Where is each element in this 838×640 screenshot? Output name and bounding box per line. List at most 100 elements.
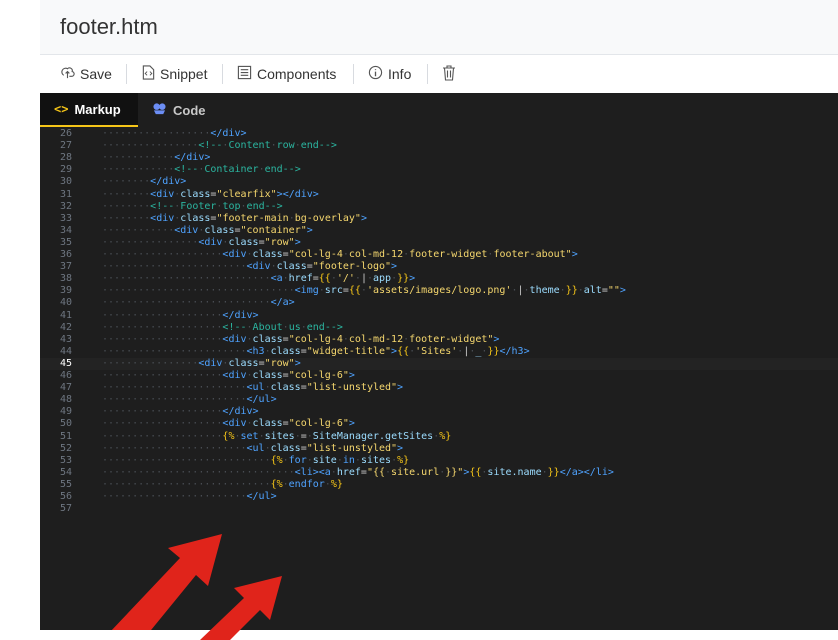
toolbar-divider — [126, 64, 127, 84]
file-title: footer.htm — [60, 14, 158, 39]
code-line[interactable]: 36 ····················<div·class="col-lg… — [40, 249, 838, 261]
markup-icon: <> — [54, 102, 69, 116]
snippet-button[interactable]: Snippet — [142, 55, 207, 93]
components-label: Components — [257, 66, 337, 82]
tab-markup-label: Markup — [74, 101, 121, 117]
line-code: ········<div·class="clearfix"></div> — [102, 188, 319, 200]
line-number: 55 — [60, 478, 73, 490]
line-code: ··················</div> — [102, 128, 247, 139]
line-code: ····················<div·class="col-lg-6… — [102, 418, 355, 430]
line-code: ········<div·class="footer-main·bg-overl… — [102, 212, 367, 224]
code-line[interactable]: 56 ························</ul> — [40, 491, 838, 503]
line-code: ································<img·src… — [102, 285, 626, 297]
line-code: ························</ul> — [102, 491, 277, 502]
line-code: ····························{%·endfor·%} — [102, 478, 343, 490]
snippet-label: Snippet — [160, 66, 208, 82]
code-line[interactable]: 34 ············<div·class="container"> — [40, 225, 838, 237]
code-line[interactable]: 33 ········<div·class="footer-main·bg-ove… — [40, 213, 838, 225]
line-code: ········</div> — [102, 176, 187, 188]
code-line[interactable]: 32 ········<!--·Footer·top·end--> — [40, 201, 838, 213]
code-line[interactable]: 57 — [40, 503, 838, 515]
tab-markup[interactable]: <> Markup — [40, 93, 138, 127]
toolbar-divider — [222, 64, 223, 84]
code-line[interactable]: 49 ····················</div> — [40, 406, 838, 418]
editor-tabs: <> Markup Code — [40, 93, 838, 127]
line-code: ····························{%·for·site·… — [102, 454, 410, 466]
line-number: 27 — [60, 140, 73, 152]
code-line[interactable]: 44 ························<h3·class="wid… — [40, 346, 838, 358]
line-number: 46 — [60, 370, 73, 381]
line-number: 50 — [60, 418, 73, 430]
line-number: 56 — [60, 491, 73, 502]
code-line[interactable]: 50 ····················<div·class="col-lg… — [40, 418, 838, 430]
components-button[interactable]: Components — [237, 55, 336, 93]
code-line[interactable]: 35 ················<div·class="row"> — [40, 237, 838, 249]
line-number: 36 — [60, 249, 73, 260]
save-label: Save — [80, 66, 112, 82]
code-line[interactable]: 53 ····························{%·for·sit… — [40, 455, 838, 467]
line-code: ················<!--·Content·row·end--> — [102, 140, 337, 152]
line-code: ············<div·class="container"> — [102, 224, 313, 236]
code-line[interactable]: 37 ························<div·class="fo… — [40, 261, 838, 273]
line-code: ····················{%·set·sites·=·SiteM… — [102, 430, 452, 442]
code-line[interactable]: 45 ················<div·class="row"> — [40, 357, 838, 370]
toolbar: Save Snippet Components Info — [40, 55, 838, 94]
code-line[interactable]: 26 ··················</div> — [40, 128, 838, 140]
line-number: 45 — [60, 357, 73, 369]
code-line[interactable]: 28 ············</div> — [40, 152, 838, 164]
code-line[interactable]: 54 ································<li><a… — [40, 467, 838, 479]
line-code: ····················</div> — [102, 406, 259, 418]
line-number: 57 — [60, 503, 73, 515]
code-line[interactable]: 27 ················<!--·Content·row·end--… — [40, 140, 838, 152]
code-line[interactable]: 55 ····························{%·endfor·… — [40, 479, 838, 491]
line-number: 39 — [60, 285, 73, 297]
code-line[interactable]: 42 ····················<!--·About·us·end-… — [40, 322, 838, 334]
code-line[interactable]: 30 ········</div> — [40, 176, 838, 188]
code-line[interactable]: 31 ········<div·class="clearfix"></div> — [40, 189, 838, 201]
line-code: ····························</a> — [102, 297, 295, 309]
line-code: ························<ul·class="list-… — [102, 442, 404, 454]
line-number: 33 — [60, 212, 73, 224]
line-number: 29 — [60, 164, 73, 176]
toolbar-divider — [353, 64, 354, 84]
code-line[interactable]: 46 ····················<div·class="col-lg… — [40, 370, 838, 382]
line-code: ····················<div·class="col-lg-4… — [102, 249, 578, 260]
code-line[interactable]: 48 ························</ul> — [40, 394, 838, 406]
line-code: ················<div·class="row"> — [102, 357, 301, 369]
line-code: ····················<div·class="col-lg-6… — [102, 370, 355, 381]
info-button[interactable]: Info — [368, 55, 411, 93]
line-code: ························</ul> — [102, 394, 277, 406]
line-code: ········<!--·Footer·top·end--> — [102, 200, 283, 212]
code-line[interactable]: 43 ····················<div·class="col-lg… — [40, 334, 838, 346]
line-code: ····················</div> — [102, 309, 259, 321]
code-line[interactable]: 29 ············<!--·Container·end--> — [40, 164, 838, 176]
line-number: 34 — [60, 224, 73, 236]
code-line[interactable]: 39 ································<img·s… — [40, 285, 838, 297]
code-line[interactable]: 40 ····························</a> — [40, 297, 838, 309]
line-number: 47 — [60, 382, 73, 394]
components-icon — [237, 65, 252, 83]
line-number: 41 — [60, 309, 73, 321]
line-number: 42 — [60, 321, 73, 333]
line-number: 52 — [60, 442, 73, 454]
info-icon — [368, 65, 383, 83]
line-number: 51 — [60, 430, 73, 442]
code-line[interactable]: 47 ························<ul·class="lis… — [40, 382, 838, 394]
code-line[interactable]: 38 ····························<a·href={{… — [40, 273, 838, 285]
info-label: Info — [388, 66, 412, 82]
code-line[interactable]: 41 ····················</div> — [40, 310, 838, 322]
line-number: 44 — [60, 345, 73, 357]
line-number: 48 — [60, 394, 73, 406]
toolbar-divider — [427, 64, 428, 84]
delete-button[interactable] — [442, 55, 461, 93]
trash-icon — [442, 64, 456, 84]
line-code: ············<!--·Container·end--> — [102, 164, 301, 176]
code-line[interactable]: 51 ····················{%·set·sites·=·Sit… — [40, 431, 838, 443]
line-code: ················<div·class="row"> — [102, 236, 301, 248]
save-button[interactable]: Save — [60, 55, 112, 93]
line-code: ························<ul·class="list-… — [102, 382, 404, 394]
line-number: 31 — [60, 188, 73, 200]
tab-code[interactable]: Code — [144, 93, 234, 127]
code-line[interactable]: 52 ························<ul·class="lis… — [40, 443, 838, 455]
line-number: 37 — [60, 261, 73, 273]
